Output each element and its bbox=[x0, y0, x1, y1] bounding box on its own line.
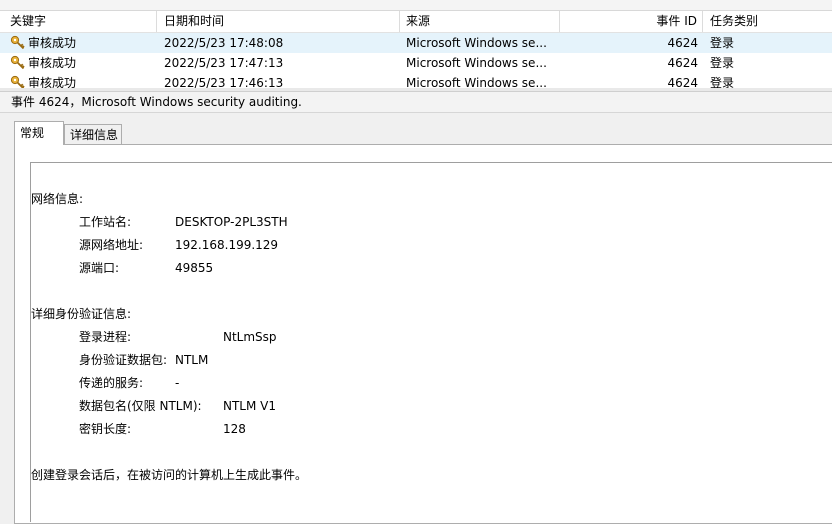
row-source: Microsoft Windows se... bbox=[406, 76, 547, 89]
source-address-label: 源网络地址: bbox=[79, 238, 144, 252]
row-source: Microsoft Windows se... bbox=[406, 56, 547, 70]
event-description[interactable]: 网络信息: 工作站名: DESKTOP-2PL3STH 源网络地址: 192.1… bbox=[30, 162, 832, 522]
transited-services-label: 传递的服务: bbox=[79, 376, 144, 390]
table-row[interactable]: 审核成功 2022/5/23 17:46:13 Microsoft Window… bbox=[0, 73, 832, 89]
table-row[interactable]: 审核成功 2022/5/23 17:47:13 Microsoft Window… bbox=[0, 53, 832, 73]
source-address-value: 192.168.199.129 bbox=[175, 238, 279, 252]
event-list[interactable]: 关键字 日期和时间 来源 事件 ID 任务类别 审核成功 2022/5/23 1… bbox=[0, 0, 832, 89]
key-icon bbox=[10, 55, 25, 69]
tab-details[interactable]: 详细信息 bbox=[64, 124, 122, 144]
row-event-id: 4624 bbox=[667, 56, 698, 70]
row-keyword: 审核成功 bbox=[28, 36, 77, 50]
source-port-value: 49855 bbox=[175, 261, 214, 275]
row-task-category: 登录 bbox=[710, 76, 735, 89]
event-detail-title: 事件 4624，Microsoft Windows security audit… bbox=[0, 92, 832, 113]
row-task-category: 登录 bbox=[710, 56, 735, 70]
row-datetime: 2022/5/23 17:46:13 bbox=[164, 76, 284, 89]
package-name-value: NTLM V1 bbox=[223, 399, 277, 413]
row-event-id: 4624 bbox=[667, 36, 698, 50]
transited-services-value: - bbox=[175, 376, 180, 390]
key-icon bbox=[10, 35, 25, 49]
column-header-keyword[interactable]: 关键字 bbox=[0, 11, 157, 32]
workstation-label: 工作站名: bbox=[79, 215, 132, 229]
row-source: Microsoft Windows se... bbox=[406, 36, 547, 50]
key-icon bbox=[10, 75, 25, 88]
column-header-event-id[interactable]: 事件 ID bbox=[560, 11, 703, 32]
auth-info-heading: 详细身份验证信息: bbox=[31, 307, 132, 321]
network-info-heading: 网络信息: bbox=[31, 192, 84, 206]
auth-package-value: NTLM bbox=[175, 353, 209, 367]
logon-process-value: NtLmSsp bbox=[223, 330, 277, 344]
logon-process-label: 登录进程: bbox=[79, 330, 132, 344]
row-datetime: 2022/5/23 17:47:13 bbox=[164, 56, 284, 70]
package-name-label: 数据包名(仅限 NTLM): bbox=[79, 399, 202, 413]
row-datetime: 2022/5/23 17:48:08 bbox=[164, 36, 284, 50]
workstation-value: DESKTOP-2PL3STH bbox=[175, 215, 288, 229]
key-length-value: 128 bbox=[223, 422, 246, 436]
column-header-source[interactable]: 来源 bbox=[400, 11, 560, 32]
column-header-datetime[interactable]: 日期和时间 bbox=[157, 11, 400, 32]
row-keyword: 审核成功 bbox=[28, 56, 77, 70]
list-header: 关键字 日期和时间 来源 事件 ID 任务类别 bbox=[0, 11, 832, 33]
auth-package-label: 身份验证数据包: bbox=[79, 353, 168, 367]
tab-general[interactable]: 常规 bbox=[14, 121, 64, 145]
general-tab-panel: 网络信息: 工作站名: DESKTOP-2PL3STH 源网络地址: 192.1… bbox=[14, 144, 832, 524]
column-header-task-category[interactable]: 任务类别 bbox=[703, 11, 832, 32]
table-row[interactable]: 审核成功 2022/5/23 17:48:08 Microsoft Window… bbox=[0, 33, 832, 53]
key-length-label: 密钥长度: bbox=[79, 422, 132, 436]
row-event-id: 4624 bbox=[667, 76, 698, 89]
source-port-label: 源端口: bbox=[79, 261, 120, 275]
row-task-category: 登录 bbox=[710, 36, 735, 50]
event-footer-text: 创建登录会话后，在被访问的计算机上生成此事件。 bbox=[31, 468, 308, 482]
list-top-strip bbox=[0, 0, 832, 11]
